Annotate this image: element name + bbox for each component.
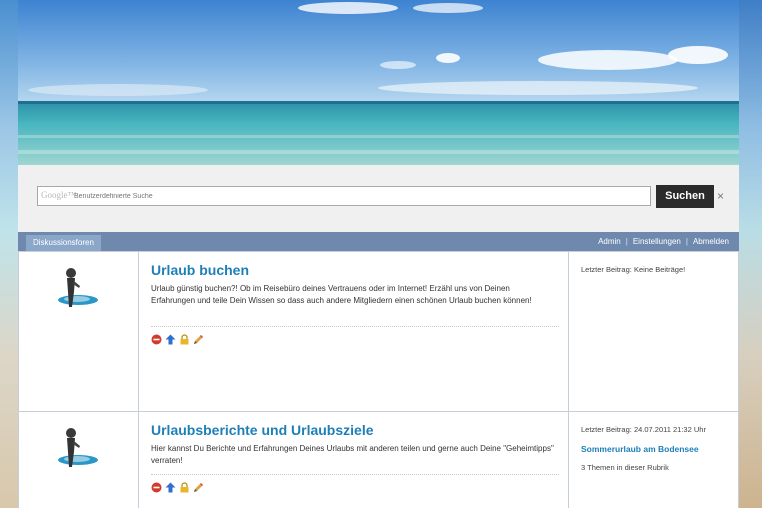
search-field[interactable]: Google™ (37, 186, 651, 206)
link-separator: | (685, 237, 688, 246)
forum-title[interactable]: Urlaub buchen (151, 262, 249, 278)
forum-description: Hier kannst Du Berichte und Erfahrungen … (151, 444, 554, 465)
link-separator: | (625, 237, 628, 246)
edit-icon[interactable] (193, 334, 204, 345)
tab-discussion-forums[interactable]: Diskussionsforen (26, 235, 101, 251)
forum-title[interactable]: Urlaubsberichte und Urlaubsziele (151, 422, 374, 438)
forum-info-cell: Letzter Beitrag: Keine Beiträge! (568, 252, 739, 411)
last-post-info: Letzter Beitrag: 24.07.2011 21:32 Uhr (581, 425, 706, 434)
forum-icon-cell (19, 252, 139, 411)
forum-info-cell: Letzter Beitrag: 24.07.2011 21:32 Uhr So… (568, 412, 739, 508)
last-post-info: Letzter Beitrag: Keine Beiträge! (581, 265, 686, 274)
clear-search-icon[interactable]: × (717, 190, 724, 202)
page-container: Google™ Suchen × Diskussionsforen Admin |… (18, 0, 739, 508)
forum-row: Urlaub buchen Urlaub günstig buchen?! Ob… (18, 251, 739, 412)
delete-icon[interactable] (151, 482, 162, 493)
lock-icon[interactable] (179, 482, 190, 493)
user-links: Admin | Einstellungen | Abmelden (598, 232, 729, 251)
lock-icon[interactable] (179, 334, 190, 345)
logout-link[interactable]: Abmelden (693, 237, 729, 246)
search-area: Google™ Suchen × (18, 165, 739, 232)
right-background-strip (739, 0, 762, 508)
search-button[interactable]: Suchen (656, 185, 714, 208)
forum-navbar: Diskussionsforen Admin | Einstellungen | Abm… (18, 232, 739, 251)
header-banner (18, 0, 739, 165)
sea-banner-image (18, 0, 739, 165)
person-on-platform-icon[interactable] (53, 264, 103, 314)
admin-link[interactable]: Admin (598, 237, 621, 246)
last-topic-link[interactable]: Sommerurlaub am Bodensee (581, 444, 699, 454)
topic-count: 3 Themen in dieser Rubrik (581, 463, 669, 472)
move-up-icon[interactable] (165, 482, 176, 493)
person-on-platform-icon[interactable] (53, 424, 103, 474)
forum-description: Urlaub günstig buchen?! Ob im Reisebüro … (151, 284, 532, 305)
forum-divider (151, 474, 559, 475)
forum-icon-cell (19, 412, 139, 508)
left-background-strip (0, 0, 18, 508)
google-logo: Google™ (41, 190, 77, 200)
move-up-icon[interactable] (165, 334, 176, 345)
search-input[interactable] (74, 189, 634, 203)
forum-divider (151, 326, 559, 327)
settings-link[interactable]: Einstellungen (633, 237, 681, 246)
delete-icon[interactable] (151, 334, 162, 345)
forum-row: Urlaubsberichte und Urlaubsziele Hier ka… (18, 411, 739, 508)
edit-icon[interactable] (193, 482, 204, 493)
